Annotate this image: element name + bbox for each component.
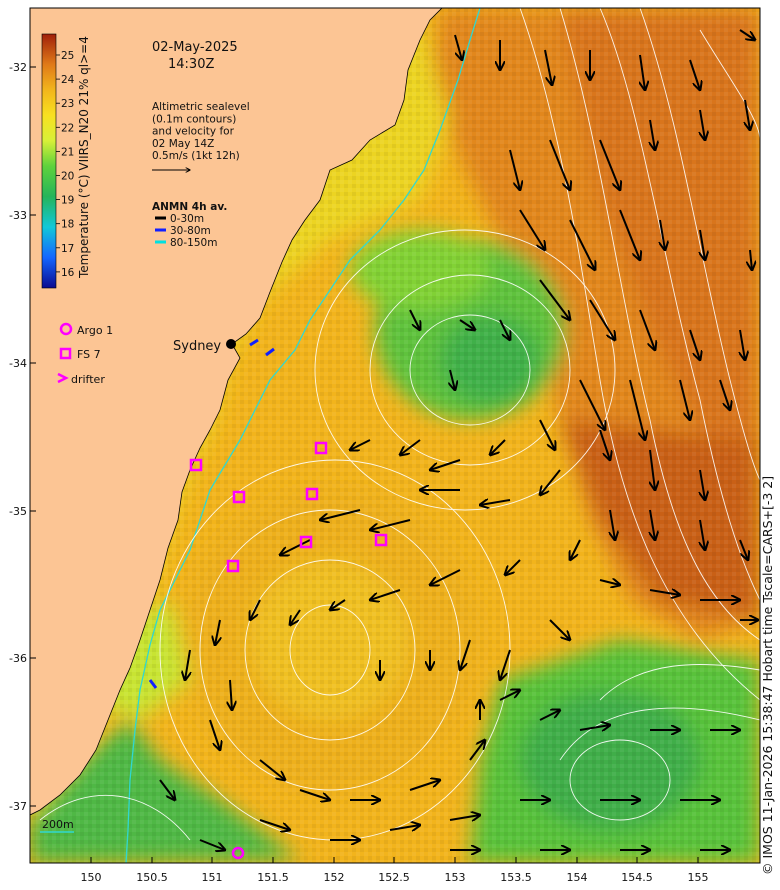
colorbar-tick-label: 19 [61, 195, 74, 207]
colorbar-tick-label: 24 [61, 74, 75, 86]
x-tick-label: 154 [567, 871, 588, 884]
x-tick-label: 153 [445, 871, 466, 884]
credit-text: © IMOS 11-Jan-2026 15:38:47 Hobart time … [760, 475, 775, 875]
time-label: 14:30Z [168, 57, 214, 72]
drifter-legend-label: drifter [71, 373, 105, 386]
sst-field: Sydney 200m [30, 8, 760, 863]
y-tick-label: -32 [9, 61, 27, 74]
colorbar-tick-label: 20 [61, 171, 74, 183]
sydney-label: Sydney [173, 339, 221, 354]
y-tick-label: -33 [9, 209, 27, 222]
colorbar-tick-label: 17 [61, 243, 74, 255]
y-tick-label: -35 [9, 505, 27, 518]
colorbar-tick-label: 21 [61, 146, 74, 158]
altimetry-note-line: Altimetric sealevel [152, 101, 250, 113]
x-tick-label: 152.5 [378, 871, 410, 884]
anmn-title: ANMN 4h av. [152, 201, 227, 213]
x-tick-label: 150.5 [136, 871, 168, 884]
colorbar-title: Temperature (°C) VIIRS_N20 21% ql>=4 [77, 36, 91, 279]
altimetry-note-line: (0.1m contours) [152, 113, 236, 125]
sydney-marker [226, 339, 236, 349]
colorbar-tick-label: 18 [61, 219, 74, 231]
x-tick-label: 152 [324, 871, 345, 884]
sst-map: Sydney 200m 25 24 23 22 21 20 19 18 17 16 Tempera… [9, 7, 761, 884]
anmn-legend-label: 80-150m [170, 237, 217, 249]
x-tick-label: 153.5 [500, 871, 532, 884]
colorbar-tick-label: 22 [61, 122, 74, 134]
x-tick-label: 151 [202, 871, 223, 884]
isobath-label: 200m [42, 818, 74, 831]
anmn-legend-label: 30-80m [170, 225, 211, 237]
altimetry-note-line: 0.5m/s (1kt 12h) [152, 150, 240, 162]
x-tick-label: 151.5 [257, 871, 289, 884]
x-tick-label: 150 [81, 871, 102, 884]
colorbar-tick-label: 23 [61, 98, 74, 110]
altimetry-note-line: 02 May 14Z [152, 138, 214, 150]
argo-legend-label: Argo 1 [77, 324, 113, 337]
altimetry-note-line: and velocity for [152, 126, 235, 138]
date-label: 02-May-2025 [152, 40, 238, 55]
colorbar-tick-label: 25 [61, 50, 74, 62]
y-tick-label: -37 [9, 800, 27, 813]
x-tick-label: 155 [688, 871, 709, 884]
y-tick-label: -36 [9, 652, 27, 665]
fs-legend-label: FS 7 [77, 348, 101, 361]
anmn-legend-label: 0-30m [170, 213, 204, 225]
y-tick-label: -34 [9, 357, 27, 370]
colorbar-tick-label: 16 [61, 267, 75, 279]
x-tick-label: 154.5 [621, 871, 653, 884]
